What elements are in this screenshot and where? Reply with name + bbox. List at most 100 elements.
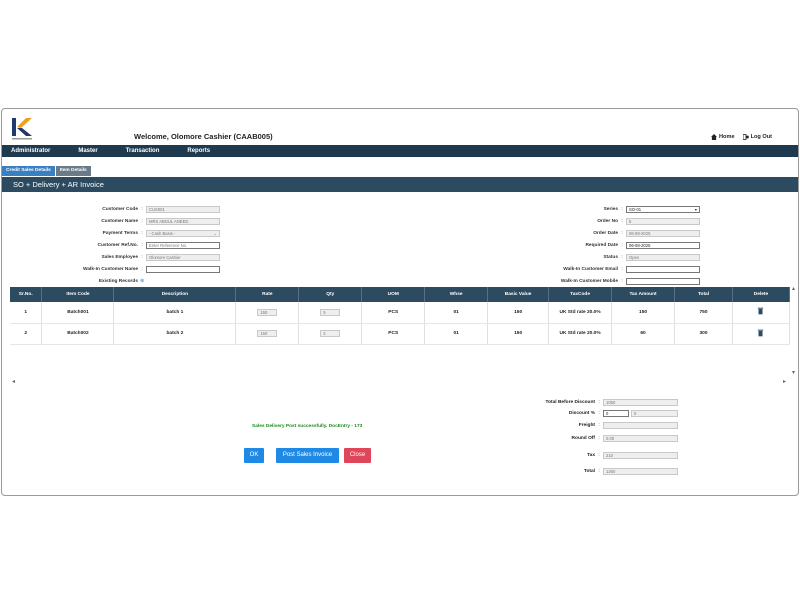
cell-uom: PCS: [361, 323, 426, 345]
col-total: Total: [674, 287, 733, 302]
order-no-field[interactable]: 5: [626, 218, 700, 225]
payment-terms-value: - Cash Basis -: [149, 231, 176, 236]
post-sales-invoice-button[interactable]: Post Sales Invoice: [276, 448, 339, 463]
total-field[interactable]: 1260: [603, 468, 678, 475]
customer-ref-row: Customer Ref.No. : Enter Reference No.: [68, 242, 220, 249]
series-select[interactable]: SO-01 ▾: [626, 206, 700, 213]
table-header-row: Sr.No. Item Code Description Rate Qty UO…: [10, 287, 791, 302]
status-label: Status: [603, 255, 618, 260]
home-icon: [711, 134, 718, 140]
existing-records-row: Existing Records ⊕: [68, 278, 144, 284]
nav-administrator[interactable]: Administrator: [2, 148, 50, 154]
order-no-row: Order No : 5: [548, 218, 700, 225]
customer-ref-input[interactable]: Enter Reference No.: [146, 242, 220, 249]
tax-field[interactable]: 210: [603, 452, 678, 459]
cell-srno: 2: [10, 323, 43, 345]
freight-field[interactable]: [603, 422, 678, 429]
walkin-name-label: Walk-In Customer Name: [83, 267, 138, 272]
walkin-mobile-input[interactable]: [626, 278, 700, 285]
cell-total: 750: [674, 302, 733, 324]
series-label: Series: [603, 207, 618, 212]
nav-master[interactable]: Master: [69, 148, 97, 154]
sales-employee-field[interactable]: Olomore Cashier: [146, 254, 220, 261]
cell-tax-amount: 150: [611, 302, 676, 324]
walkin-mobile-row: Walk-In Customer Mobile :: [548, 278, 700, 285]
walkin-email-row: Walk-In Customer Email :: [548, 266, 700, 273]
customer-code-row: Customer Code : CUS001: [68, 206, 220, 213]
cell-uom: PCS: [361, 302, 426, 324]
detail-tabs: Credit Sales Details Item Details: [2, 166, 91, 176]
sales-employee-row: Sales Employee : Olomore Cashier: [68, 254, 220, 261]
cell-basic-value: 150: [487, 323, 550, 345]
scroll-down-arrow[interactable]: ▾: [792, 369, 795, 376]
walkin-name-input[interactable]: [146, 266, 220, 273]
scroll-right-arrow[interactable]: ▸: [783, 378, 786, 385]
qty-input[interactable]: 5: [320, 308, 341, 316]
items-table: Sr.No. Item Code Description Rate Qty UO…: [10, 287, 791, 345]
company-logo: [10, 116, 36, 142]
round-off-label: Round Off: [571, 436, 595, 441]
status-row: Status : Open: [548, 254, 700, 261]
customer-ref-label: Customer Ref.No.: [97, 243, 138, 248]
series-row: Series : SO-01 ▾: [548, 206, 700, 213]
rate-input[interactable]: 150: [257, 308, 278, 316]
close-button[interactable]: Close: [344, 448, 371, 463]
required-date-label: Required Date: [585, 243, 618, 248]
discount-pct-input[interactable]: 0: [603, 410, 629, 417]
cell-basic-value: 150: [487, 302, 550, 324]
order-no-label: Order No: [597, 219, 618, 224]
walkin-email-label: Walk-In Customer Email: [563, 267, 618, 272]
series-value: SO-01: [629, 207, 642, 212]
logout-label: Log Out: [750, 134, 772, 140]
app-window: Welcome, Olomore Cashier (CAAB005) Home …: [1, 108, 799, 496]
status-field[interactable]: Open: [626, 254, 700, 261]
home-link[interactable]: Home: [711, 134, 735, 140]
qty-input[interactable]: 2: [320, 330, 341, 337]
total-before-discount-field[interactable]: 1050: [603, 399, 678, 406]
col-taxcode: TaxCode: [548, 287, 613, 302]
tab-item-details[interactable]: Item Details: [55, 166, 91, 176]
customer-name-field[interactable]: MRS ABDUL ANEED: [146, 218, 220, 225]
customer-code-field[interactable]: CUS001: [146, 206, 220, 213]
order-date-field[interactable]: 06-08-2025: [626, 230, 700, 237]
round-off-field[interactable]: 0.00: [603, 435, 678, 442]
discount-amount-field[interactable]: 0: [631, 410, 678, 417]
payment-terms-select[interactable]: - Cash Basis - ⌄: [146, 230, 220, 237]
rate-input[interactable]: 150: [257, 330, 278, 337]
table-row: 2 Batch002 batch 2 150 2 PCS 01 150 UK S…: [10, 323, 791, 345]
walkin-mobile-label: Walk-In Customer Mobile: [560, 279, 618, 284]
logout-link[interactable]: Log Out: [742, 134, 772, 140]
required-date-input[interactable]: 06-08-2025: [626, 242, 700, 249]
home-label: Home: [719, 134, 735, 140]
cell-total: 300: [674, 323, 733, 345]
scroll-up-arrow[interactable]: ▴: [792, 285, 795, 292]
cell-item-code: Batch001: [41, 302, 115, 324]
cell-srno: 1: [10, 302, 43, 324]
tab-credit-sales-details[interactable]: Credit Sales Details: [2, 166, 55, 176]
discount-label: Discount %: [568, 411, 595, 416]
col-basic-value: Basic Value: [487, 287, 550, 302]
order-date-label: Order Date: [593, 231, 618, 236]
cell-description: batch 1: [113, 302, 237, 324]
cell-tax-amount: 60: [611, 323, 676, 345]
info-icon[interactable]: ⊕: [140, 278, 144, 284]
nav-reports[interactable]: Reports: [178, 148, 210, 154]
logout-icon: [742, 134, 749, 140]
scroll-left-arrow[interactable]: ◂: [12, 378, 15, 385]
col-whse: Whse: [424, 287, 489, 302]
customer-name-row: Customer Name : MRS ABDUL ANEED: [68, 218, 220, 225]
walkin-email-input[interactable]: [626, 266, 700, 273]
nav-transaction[interactable]: Transaction: [117, 148, 160, 154]
total-before-discount-label: Total Before Discount: [545, 400, 595, 405]
chevron-down-icon: ⌄: [213, 231, 217, 236]
cell-item-code: Batch002: [41, 323, 115, 345]
ok-button[interactable]: OK: [244, 448, 264, 463]
col-item-code: Item Code: [41, 287, 115, 302]
trash-icon[interactable]: [757, 329, 764, 339]
total-before-discount-row: Total Before Discount : 1050: [535, 399, 678, 406]
customer-name-label: Customer Name: [101, 219, 138, 224]
existing-records-label: Existing Records: [98, 278, 138, 284]
col-delete: Delete: [732, 287, 791, 302]
required-date-row: Required Date : 06-08-2025: [548, 242, 700, 249]
trash-icon[interactable]: [757, 307, 764, 317]
